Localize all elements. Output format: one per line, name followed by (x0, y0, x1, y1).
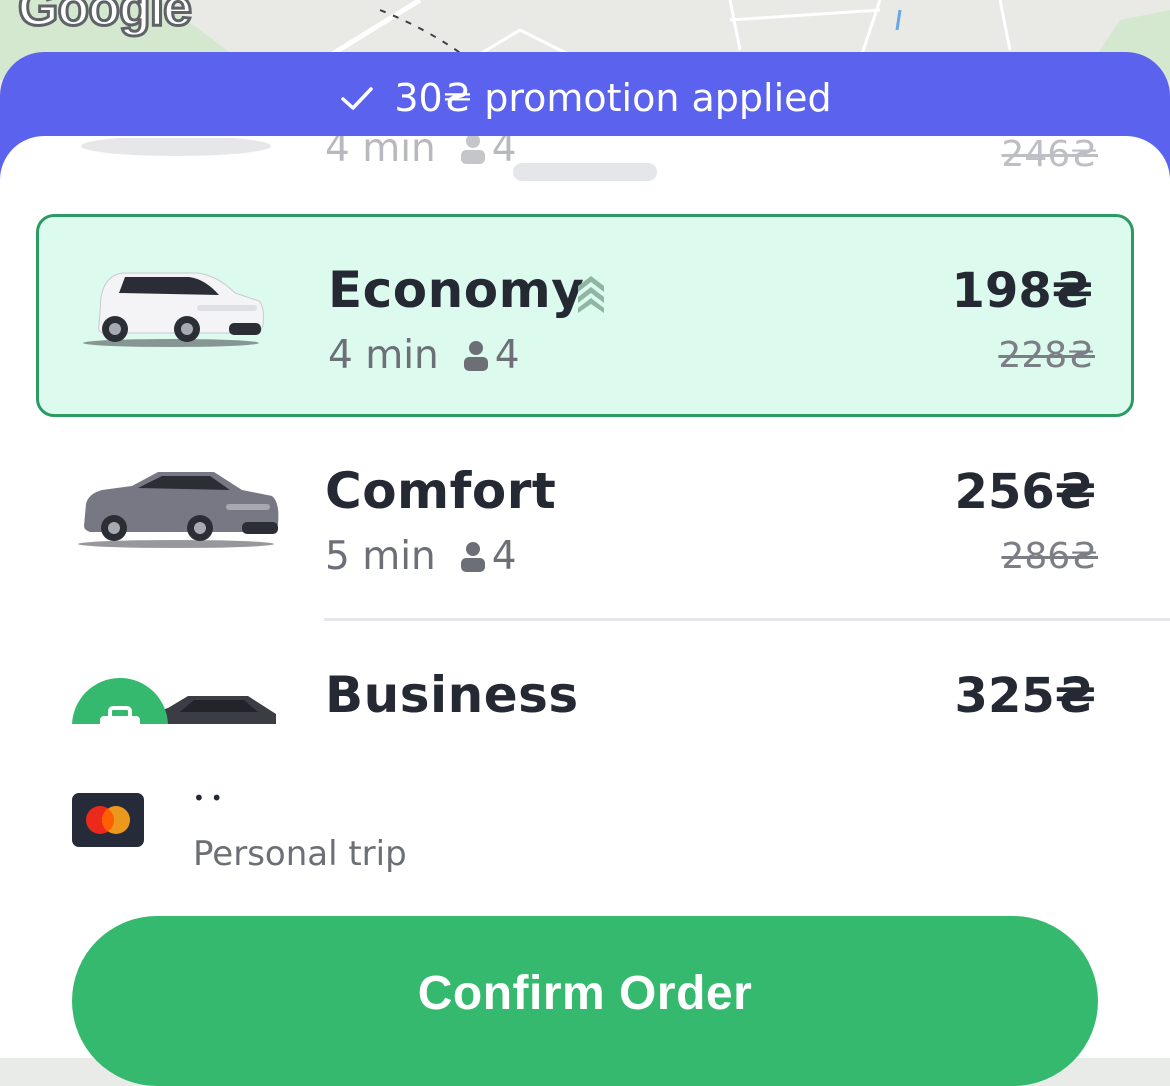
tariff-row-comfort[interactable]: Comfort 5 min 4 256₴ 286₴ (36, 418, 1134, 621)
promo-text: 30₴ promotion applied (394, 76, 832, 120)
tariff-divider (324, 618, 1170, 621)
payment-card-name[interactable]: •• (193, 786, 229, 810)
payment-method-button[interactable] (72, 793, 144, 847)
person-icon (460, 136, 485, 164)
tariff-seats: 4 (491, 534, 517, 579)
boost-chevrons-icon (578, 276, 604, 313)
tariff-name: Business (325, 666, 579, 724)
promo-row: 30₴ promotion applied (0, 70, 1170, 126)
tariff-price: 325₴ (954, 668, 1096, 724)
tariff-meta: 5 min 4 (325, 534, 517, 579)
tariff-name: Economy (328, 261, 585, 319)
order-footer: •• Personal trip Confirm Order (0, 724, 1170, 1086)
tariff-meta: 4 min 4 (328, 333, 520, 378)
tariff-row-economy[interactable]: Economy 4 min 4 198₴ 228₴ (36, 214, 1134, 417)
tariff-name: Comfort (325, 462, 557, 520)
check-icon (341, 87, 374, 110)
briefcase-icon (72, 678, 168, 724)
payment-trip-type[interactable]: Personal trip (193, 834, 407, 874)
tariff-seats: 4 (494, 333, 520, 378)
car-icon (78, 472, 279, 548)
tariff-eta: 5 min (325, 534, 436, 579)
tariff-eta: 4 min (325, 136, 436, 171)
tariff-old-price: 286₴ (1001, 536, 1098, 577)
tariff-seats: 4 (491, 136, 517, 171)
tariff-old-price: 246₴ (1001, 136, 1098, 175)
person-icon (463, 340, 488, 371)
car-icon (81, 138, 271, 156)
confirm-order-label: Confirm Order (417, 967, 753, 1020)
tariff-price: 256₴ (954, 464, 1096, 520)
google-logo: Google (16, 0, 193, 39)
person-icon (460, 541, 485, 572)
tariff-sheet[interactable]: 4 min 4 246₴ Economy 4 min 4 198₴ 228₴ C… (0, 136, 1170, 724)
mastercard-icon (86, 806, 130, 834)
sheet-drag-handle[interactable] (513, 163, 657, 181)
tariff-meta: 4 min 4 (325, 136, 517, 171)
confirm-order-button[interactable]: Confirm Order (72, 916, 1098, 1086)
car-icon (83, 272, 264, 347)
tariff-eta: 4 min (328, 333, 439, 378)
tariff-old-price: 228₴ (998, 335, 1095, 376)
tariff-row-business[interactable]: Business 325₴ (36, 622, 1134, 724)
tariff-price: 198₴ (951, 263, 1093, 319)
